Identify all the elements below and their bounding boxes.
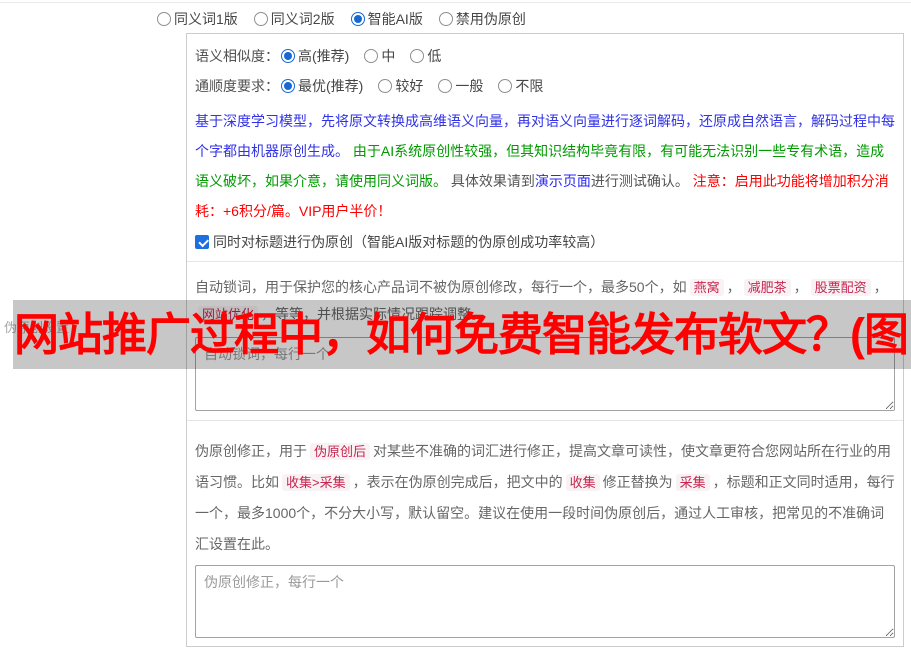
correction-description: 伪原创修正，用于 伪原创后 对某些不准确的词汇进行修正，提高文章可读性，使文章更符合…	[195, 436, 895, 560]
radio-fluency-normal[interactable]: 一般	[438, 76, 483, 96]
keyword-chip: 收集	[565, 474, 600, 491]
text-segment: ，	[726, 279, 741, 295]
radio-label: 同义词1版	[174, 11, 238, 27]
pseudo-original-version-group: 同义词1版 同义词2版 智能AI版 禁用伪原创	[157, 9, 526, 29]
keyword-chip: 股票配资	[810, 279, 871, 296]
radio-similarity-high[interactable]: 高(推荐)	[281, 46, 349, 66]
radio-label: 同义词2版	[270, 11, 335, 27]
ai-version-section: 语义相似度： 高(推荐) 中 低 通顺度要求： 最优(推荐) 较好 一般 不限 …	[187, 34, 903, 262]
radio-icon[interactable]	[364, 49, 379, 63]
fluency-label: 通顺度要求：	[195, 78, 279, 94]
radio-fluency-unlimited[interactable]: 不限	[498, 76, 543, 96]
ai-model-description: 基于深度学习模型，先将原文转换成高维语义向量，再对语义向量进行逐词解码，还原成自…	[195, 106, 895, 226]
radio-synonym-v2[interactable]: 同义词2版	[253, 9, 335, 29]
radio-smart-ai[interactable]: 智能AI版	[350, 9, 423, 29]
semantic-similarity-row: 语义相似度： 高(推荐) 中 低	[195, 46, 895, 66]
demo-page-link[interactable]: 演示页面	[535, 173, 591, 189]
radio-icon[interactable]	[350, 12, 365, 26]
radio-label: 最优(推荐)	[298, 78, 364, 94]
correction-textarea[interactable]	[195, 565, 895, 638]
radio-label: 一般	[455, 78, 484, 94]
text-segment: ，	[873, 279, 888, 295]
keyword-chip: 减肥茶	[743, 279, 791, 296]
radio-label: 不限	[515, 78, 544, 94]
radio-fluency-good[interactable]: 较好	[378, 76, 423, 96]
radio-label: 禁用伪原创	[455, 11, 526, 27]
radio-label: 智能AI版	[367, 11, 423, 27]
text-segment: 修正替换为	[602, 474, 673, 490]
radio-icon[interactable]	[281, 79, 295, 93]
text-segment: ，	[793, 279, 808, 295]
checkbox-icon[interactable]	[195, 235, 209, 249]
radio-icon[interactable]	[438, 79, 453, 93]
keyword-chip: 伪原创后	[310, 443, 371, 460]
title-rewrite-label: 同时对标题进行伪原创（智能AI版对标题的伪原创成功率较高）	[213, 234, 605, 250]
radio-similarity-mid[interactable]: 中	[364, 46, 395, 66]
radio-label: 高(推荐)	[298, 48, 350, 64]
text-segment: ，表示在伪原创完成后，把文中的	[352, 474, 563, 490]
radio-label: 较好	[395, 78, 424, 94]
top-divider	[0, 2, 911, 3]
semantic-similarity-label: 语义相似度：	[195, 48, 279, 64]
radio-icon[interactable]	[498, 79, 513, 93]
radio-icon[interactable]	[410, 49, 425, 63]
correction-section: 伪原创修正，用于 伪原创后 对某些不准确的词汇进行修正，提高文章可读性，使文章更符合…	[187, 421, 903, 638]
watermark-title: 网站推广过程中，如何免费智能发布软文？(图	[14, 309, 909, 360]
text-segment: 进行测试确认。	[590, 173, 689, 189]
radio-icon[interactable]	[378, 79, 393, 93]
radio-icon[interactable]	[281, 49, 295, 63]
watermark-banner: 网站推广过程中，如何免费智能发布软文？(图	[13, 300, 911, 369]
radio-icon[interactable]	[438, 12, 453, 26]
radio-label: 中	[381, 48, 396, 64]
radio-disable-pseudo[interactable]: 禁用伪原创	[438, 9, 526, 29]
radio-fluency-best[interactable]: 最优(推荐)	[281, 76, 363, 96]
radio-icon[interactable]	[253, 12, 268, 26]
radio-synonym-v1[interactable]: 同义词1版	[157, 9, 238, 29]
keyword-chip: 收集>采集	[282, 474, 350, 491]
keyword-chip: 燕窝	[689, 279, 724, 296]
radio-icon[interactable]	[157, 12, 171, 26]
text-segment: 自动锁词，用于保护您的核心产品词不被伪原创修改，每行一个，最多50个，如	[195, 279, 687, 295]
text-segment: 具体效果请到	[447, 173, 535, 189]
keyword-chip: 采集	[675, 474, 710, 491]
radio-similarity-low[interactable]: 低	[410, 46, 441, 66]
radio-label: 低	[427, 48, 442, 64]
fluency-row: 通顺度要求： 最优(推荐) 较好 一般 不限	[195, 76, 895, 96]
title-rewrite-checkbox-row[interactable]: 同时对标题进行伪原创（智能AI版对标题的伪原创成功率较高）	[195, 232, 895, 252]
text-segment: 伪原创修正，用于	[195, 443, 307, 459]
